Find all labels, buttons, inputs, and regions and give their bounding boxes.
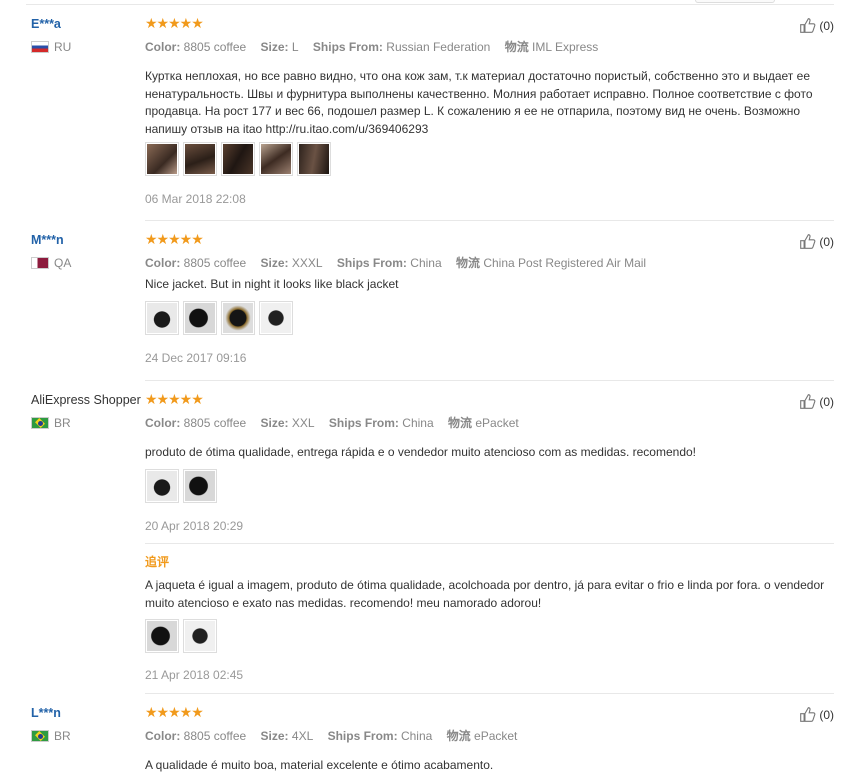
review-item: L***n BR ★★★★★ Color: 8805 coffee Size: …: [26, 704, 834, 778]
like-count: (0): [819, 234, 834, 249]
review-photo-thumbnail[interactable]: [145, 619, 179, 653]
followup-text: A jaqueta é igual a imagem, produto de ó…: [145, 578, 825, 610]
reviewer-name[interactable]: L***n: [31, 706, 61, 720]
review-divider: [145, 220, 834, 221]
pagination-control[interactable]: [695, 0, 775, 3]
thumbs-up-icon: [800, 18, 816, 33]
review-divider: [145, 380, 834, 381]
review-item: M***n QA ★★★★★ Color: 8805 coffee Size: …: [26, 231, 834, 381]
followup-date: 21 Apr 2018 02:45: [145, 668, 244, 682]
review-photo-thumbnail[interactable]: [259, 142, 293, 176]
reviewer-country: RU: [31, 40, 71, 54]
review-photo-thumbnail[interactable]: [297, 142, 331, 176]
thumbs-up-icon: [800, 707, 816, 722]
order-details: Color: 8805 coffee Size: L Ships From: R…: [145, 40, 599, 54]
review-photo-thumbnail[interactable]: [183, 619, 217, 653]
country-code: RU: [54, 40, 72, 54]
top-divider: [26, 4, 834, 5]
followup-photos: [145, 619, 217, 653]
helpful-button[interactable]: (0): [799, 233, 834, 250]
star-rating: ★★★★★: [145, 391, 204, 407]
helpful-button[interactable]: (0): [799, 393, 834, 410]
star-rating: ★★★★★: [145, 15, 204, 31]
star-rating: ★★★★★: [145, 704, 204, 720]
reviewer-name[interactable]: M***n: [31, 233, 64, 247]
review-photo-thumbnail[interactable]: [259, 301, 293, 335]
like-count: (0): [819, 18, 834, 33]
review-photo-thumbnail[interactable]: [183, 142, 217, 176]
russia-flag-icon: [31, 41, 49, 53]
country-code: BR: [54, 416, 71, 430]
followup-divider: [145, 543, 834, 544]
country-code: QA: [54, 256, 72, 270]
review-photo-thumbnail[interactable]: [145, 469, 179, 503]
review-photo-thumbnail[interactable]: [145, 301, 179, 335]
review-photo-thumbnail[interactable]: [221, 301, 255, 335]
review-photo-thumbnail[interactable]: [221, 142, 255, 176]
thumbs-up-icon: [800, 394, 816, 409]
reviewer-name[interactable]: E***a: [31, 17, 61, 31]
review-date: 20 Apr 2018 20:29: [145, 519, 244, 533]
review-photos: [145, 301, 293, 335]
like-count: (0): [819, 707, 834, 722]
reviewer-name: AliExpress Shopper: [31, 393, 141, 407]
thumbs-up-icon: [800, 234, 816, 249]
helpful-button[interactable]: (0): [799, 706, 834, 723]
review-photo-thumbnail[interactable]: [183, 469, 217, 503]
reviewer-country: BR: [31, 729, 71, 743]
reviewer-country: QA: [31, 256, 71, 270]
review-text: produto de ótima qualidade, entrega rápi…: [145, 445, 697, 459]
review-text: Nice jacket. But in night it looks like …: [145, 277, 399, 291]
review-photo-thumbnail[interactable]: [183, 301, 217, 335]
review-item: E***a RU ★★★★★ Color: 8805 coffee Size: …: [26, 15, 834, 221]
brazil-flag-icon: [31, 730, 49, 742]
followup-label: 追评: [145, 555, 170, 569]
helpful-button[interactable]: (0): [799, 17, 834, 34]
order-details: Color: 8805 coffee Size: 4XL Ships From:…: [145, 729, 518, 743]
order-details: Color: 8805 coffee Size: XXXL Ships From…: [145, 256, 647, 270]
review-photos: [145, 469, 217, 503]
review-text: A qualidade é muito boa, material excele…: [145, 758, 494, 772]
review-date: 24 Dec 2017 09:16: [145, 351, 247, 365]
review-text: Куртка неплохая, но все равно видно, что…: [145, 69, 813, 136]
review-item: AliExpress Shopper BR ★★★★★ Color: 8805 …: [26, 391, 834, 694]
review-photo-thumbnail[interactable]: [145, 142, 179, 176]
order-details: Color: 8805 coffee Size: XXL Ships From:…: [145, 416, 519, 430]
review-divider: [145, 693, 834, 694]
review-date: 06 Mar 2018 22:08: [145, 192, 246, 206]
like-count: (0): [819, 394, 834, 409]
star-rating: ★★★★★: [145, 231, 204, 247]
review-photos: [145, 142, 331, 176]
qatar-flag-icon: [31, 257, 49, 269]
brazil-flag-icon: [31, 417, 49, 429]
country-code: BR: [54, 729, 71, 743]
reviewer-country: BR: [31, 416, 71, 430]
